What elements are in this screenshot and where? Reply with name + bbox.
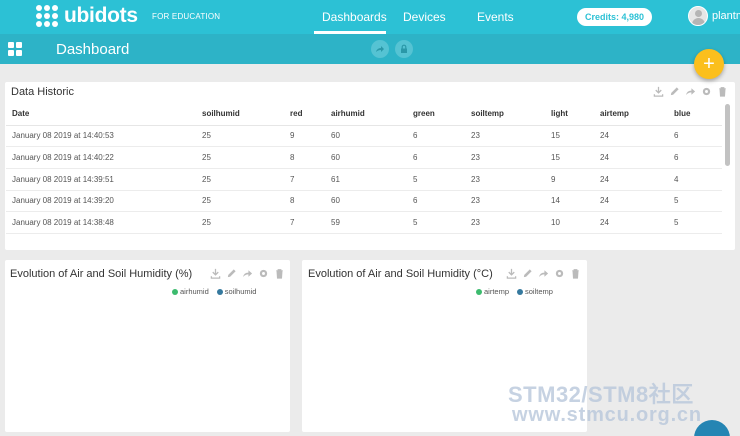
download-icon[interactable] [653,86,664,97]
lock-dashboard-button[interactable] [395,40,413,58]
top-nav: ubidots FOR EDUCATION Dashboards Devices… [0,0,740,34]
table-cell: 5 [413,211,471,234]
chart-canvas[interactable] [5,260,290,432]
lock-icon [401,44,407,53]
table-cell: 6 [413,146,471,169]
share-icon[interactable] [685,86,696,97]
user-avatar[interactable] [688,6,708,26]
nav-events[interactable]: Events [477,10,514,24]
table-cell: 23 [471,168,551,191]
column-header[interactable]: red [290,103,331,126]
table-cell: 7 [290,211,331,234]
table-cell: 23 [471,211,551,234]
table-cell: 4 [674,168,722,191]
humidity-chart-widget: Evolution of Air and Soil Humidity (%) 0… [5,260,290,432]
edit-icon[interactable] [669,86,680,97]
table-cell: 61 [331,168,413,191]
table-cell: 5 [413,168,471,191]
table-cell: 15 [551,146,600,169]
table-cell: 24 [600,146,674,169]
table-cell: January 08 2019 at 14:38:48 [6,211,202,234]
table-cell: 10 [551,211,600,234]
table-cell: January 08 2019 at 14:40:53 [6,125,202,148]
table-cell: 24 [600,125,674,148]
table-cell: 5 [674,211,722,234]
table-row: January 08 2019 at 14:39:20 25 8 60 6 23… [6,190,722,213]
share-icon [376,46,384,52]
username[interactable]: plantmo... [712,10,740,22]
widget-toolbar [653,86,728,97]
table-cell: 25 [202,146,290,169]
table-cell: January 08 2019 at 14:39:20 [6,190,202,213]
column-header[interactable]: airtemp [600,103,674,126]
table-cell: 25 [202,211,290,234]
table-row: January 08 2019 at 14:40:53 25 9 60 6 23… [6,125,722,148]
table-cell: 60 [331,125,413,148]
column-header[interactable]: soilhumid [202,103,290,126]
table-cell: 9 [551,168,600,191]
table-cell: 6 [674,125,722,148]
logo-text: ubidots [64,4,138,27]
column-header[interactable]: blue [674,103,722,126]
table-cell: 8 [290,146,331,169]
table-cell: 8 [290,190,331,213]
dashboard-grid-icon[interactable] [8,42,22,56]
table-cell: 7 [290,168,331,191]
table-cell: 23 [471,146,551,169]
table-scrollbar[interactable] [724,103,731,235]
table-cell: 25 [202,168,290,191]
column-header[interactable]: light [551,103,600,126]
table-cell: 60 [331,146,413,169]
table-cell: January 08 2019 at 14:39:51 [6,168,202,191]
table-cell: 24 [600,168,674,191]
table-row: January 08 2019 at 14:38:48 25 7 59 5 23… [6,211,722,234]
data-historic-table: Date soilhumid red airhumid green soilte… [6,103,722,234]
table-cell: 23 [471,125,551,148]
ubidots-logo[interactable]: ubidots [36,4,138,28]
nav-dashboards[interactable]: Dashboards [322,10,387,24]
table-cell: 25 [202,190,290,213]
dashboard-title: Dashboard [56,41,130,58]
for-education-label: FOR EDUCATION [152,12,221,21]
widget-title: Data Historic [11,86,74,98]
column-header[interactable]: green [413,103,471,126]
table-cell: 15 [551,125,600,148]
table-row: January 08 2019 at 14:39:51 25 7 61 5 23… [6,168,722,191]
table-cell: 25 [202,125,290,148]
table-header-row: Date soilhumid red airhumid green soilte… [6,103,722,126]
nav-devices[interactable]: Devices [403,10,446,24]
table-cell: 59 [331,211,413,234]
table-cell: 24 [600,211,674,234]
table-cell: 9 [290,125,331,148]
watermark-url: www.stmcu.org.cn [512,404,702,426]
table-cell: 5 [674,190,722,213]
column-header[interactable]: Date [6,103,202,126]
settings-icon[interactable] [701,86,712,97]
logo-dots-icon [36,5,58,27]
table-cell: 60 [331,190,413,213]
table-cell: January 08 2019 at 14:40:22 [6,146,202,169]
table-row: January 08 2019 at 14:40:22 25 8 60 6 23… [6,146,722,169]
table-cell: 23 [471,190,551,213]
table-cell: 6 [413,125,471,148]
table-cell: 6 [674,146,722,169]
credits-badge[interactable]: Credits: 4,980 [577,8,653,26]
dashboard-bar: Dashboard [0,34,740,64]
table-cell: 24 [600,190,674,213]
table-cell: 6 [413,190,471,213]
table-cell: 14 [551,190,600,213]
column-header[interactable]: airhumid [331,103,413,126]
scrollbar-thumb[interactable] [725,104,730,166]
delete-icon[interactable] [717,86,728,97]
share-dashboard-button[interactable] [371,40,389,58]
column-header[interactable]: soiltemp [471,103,551,126]
add-widget-button[interactable]: + [694,49,724,79]
